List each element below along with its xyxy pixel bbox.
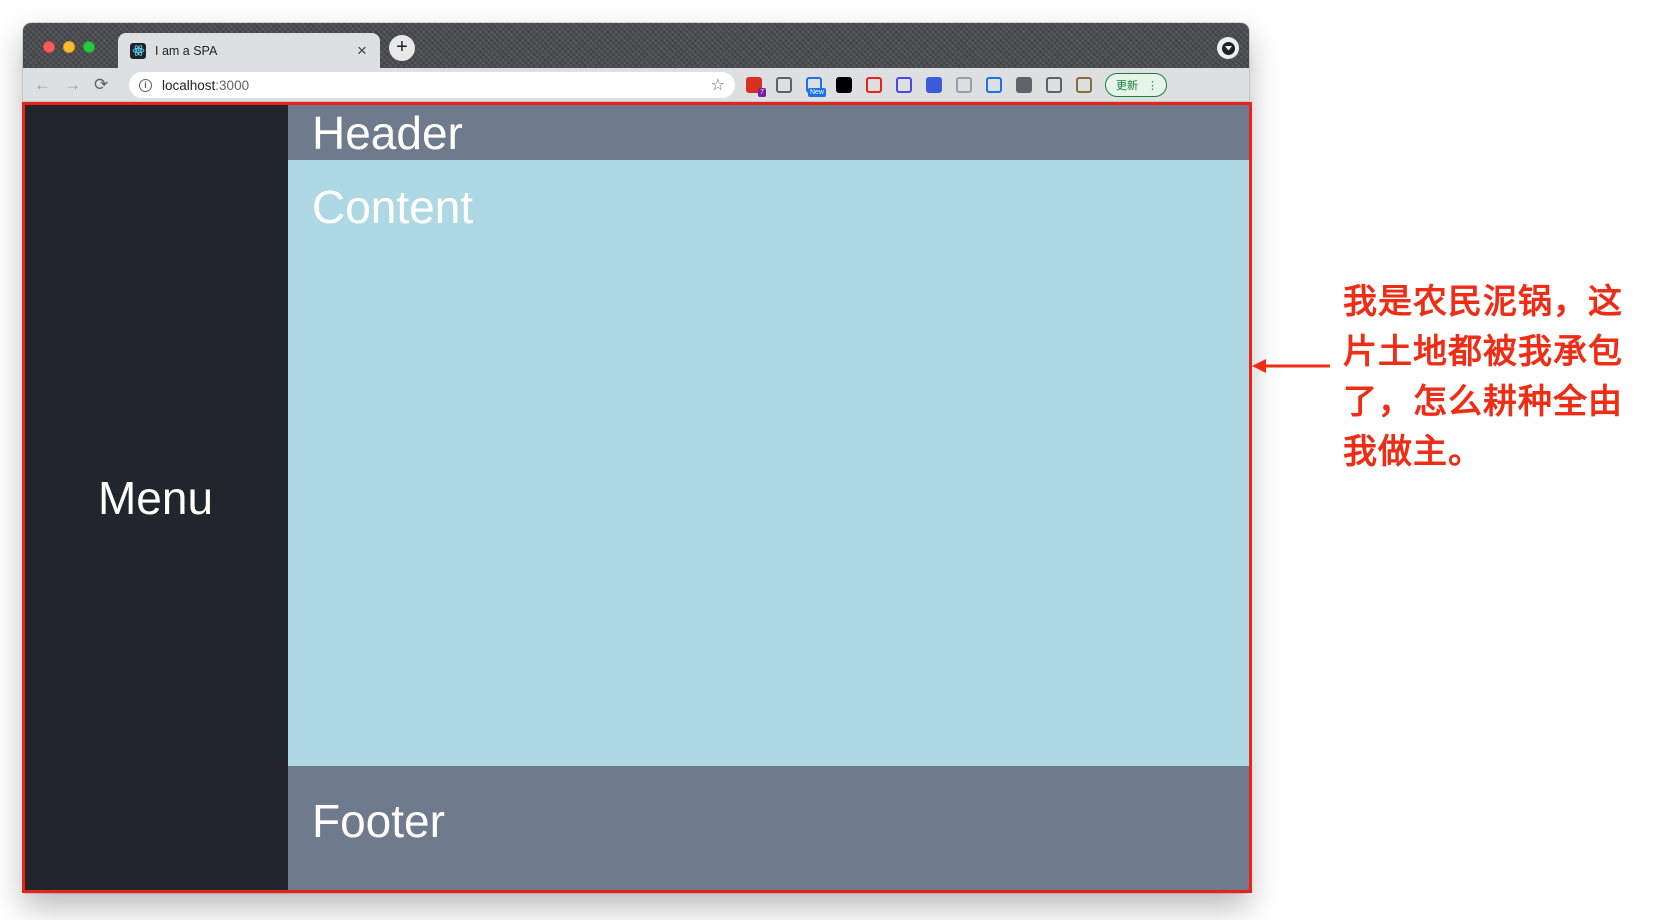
site-info-icon[interactable]: i bbox=[139, 78, 152, 92]
url-host: localhost bbox=[162, 77, 216, 93]
update-button-label: 更新 bbox=[1116, 80, 1138, 92]
red-o-extension-icon[interactable] bbox=[866, 77, 882, 93]
footer-panel: Footer bbox=[288, 766, 1249, 893]
eyedropper-extension-icon[interactable] bbox=[776, 77, 792, 93]
url-port: :3000 bbox=[215, 77, 250, 93]
header-label: Header bbox=[312, 107, 463, 159]
footer-label: Footer bbox=[312, 795, 445, 847]
back-arrow-icon[interactable]: ← bbox=[34, 75, 51, 95]
tabs-badge-extension-icon[interactable]: 7 bbox=[746, 77, 766, 97]
profile-menu-button[interactable] bbox=[1217, 37, 1239, 59]
reload-icon[interactable]: ⟳ bbox=[94, 75, 108, 95]
chart-extension-icon[interactable] bbox=[1016, 77, 1032, 93]
page-viewport: Menu Header Content Footer bbox=[23, 103, 1249, 893]
annotation-line: 我做主。 bbox=[1343, 432, 1483, 472]
content-panel: Content bbox=[288, 160, 1249, 766]
menu-label: Menu bbox=[97, 472, 214, 524]
window-close-button[interactable] bbox=[43, 41, 55, 53]
react-favicon-icon bbox=[130, 42, 146, 59]
update-button[interactable]: 更新 ⋮ bbox=[1105, 73, 1167, 97]
address-bar[interactable]: i localhost:3000 ☆ bbox=[129, 72, 735, 98]
window-minimize-button[interactable] bbox=[63, 41, 75, 53]
tab-strip: I am a SPA × + bbox=[23, 23, 1249, 68]
bookmark-star-icon[interactable]: ☆ bbox=[711, 75, 725, 95]
kebab-menu-icon[interactable]: ⋮ bbox=[1147, 79, 1158, 92]
annotation-line: 我是农民泥锅，这 bbox=[1343, 282, 1623, 322]
window-maximize-button[interactable] bbox=[83, 41, 95, 53]
square-extension-icon[interactable] bbox=[836, 77, 852, 93]
browser-toolbar: ← → ⟳ i localhost:3000 ☆ 7 New 更新 ⋮ bbox=[23, 68, 1249, 102]
menu-panel: Menu bbox=[23, 103, 288, 893]
annotation-text: 我是农民泥锅，这 片土地都被我承包 了，怎么耕种全由 我做主。 bbox=[1343, 277, 1643, 477]
react-atom-icon bbox=[132, 45, 144, 56]
avatar-extension-icon[interactable] bbox=[1076, 77, 1092, 93]
purple-drop-extension-icon[interactable] bbox=[896, 77, 912, 93]
header-panel: Header bbox=[288, 103, 1249, 160]
new-tab-button[interactable]: + bbox=[389, 35, 415, 61]
browser-tab[interactable]: I am a SPA × bbox=[118, 33, 380, 68]
puzzle-extension-icon[interactable] bbox=[1046, 77, 1062, 93]
download-extension-icon[interactable] bbox=[986, 77, 1002, 93]
forward-arrow-icon[interactable]: → bbox=[64, 75, 81, 95]
content-label: Content bbox=[312, 181, 474, 233]
browser-window: I am a SPA × + ← → ⟳ i localhost:3000 ☆ … bbox=[23, 23, 1249, 893]
annotation-line: 片土地都被我承包 bbox=[1343, 332, 1623, 372]
window-extension-icon[interactable] bbox=[926, 77, 942, 93]
annotation-line: 了，怎么耕种全由 bbox=[1343, 382, 1623, 422]
y-extension-icon[interactable] bbox=[956, 77, 972, 93]
extension-badge: New bbox=[807, 88, 826, 97]
tab-title: I am a SPA bbox=[155, 43, 218, 58]
new-badge-extension-icon[interactable]: New bbox=[806, 77, 826, 97]
tab-close-icon[interactable]: × bbox=[354, 42, 370, 59]
chevron-down-icon bbox=[1221, 41, 1235, 55]
annotation-arrow-icon bbox=[1252, 359, 1330, 373]
extension-badge: 7 bbox=[758, 88, 766, 97]
